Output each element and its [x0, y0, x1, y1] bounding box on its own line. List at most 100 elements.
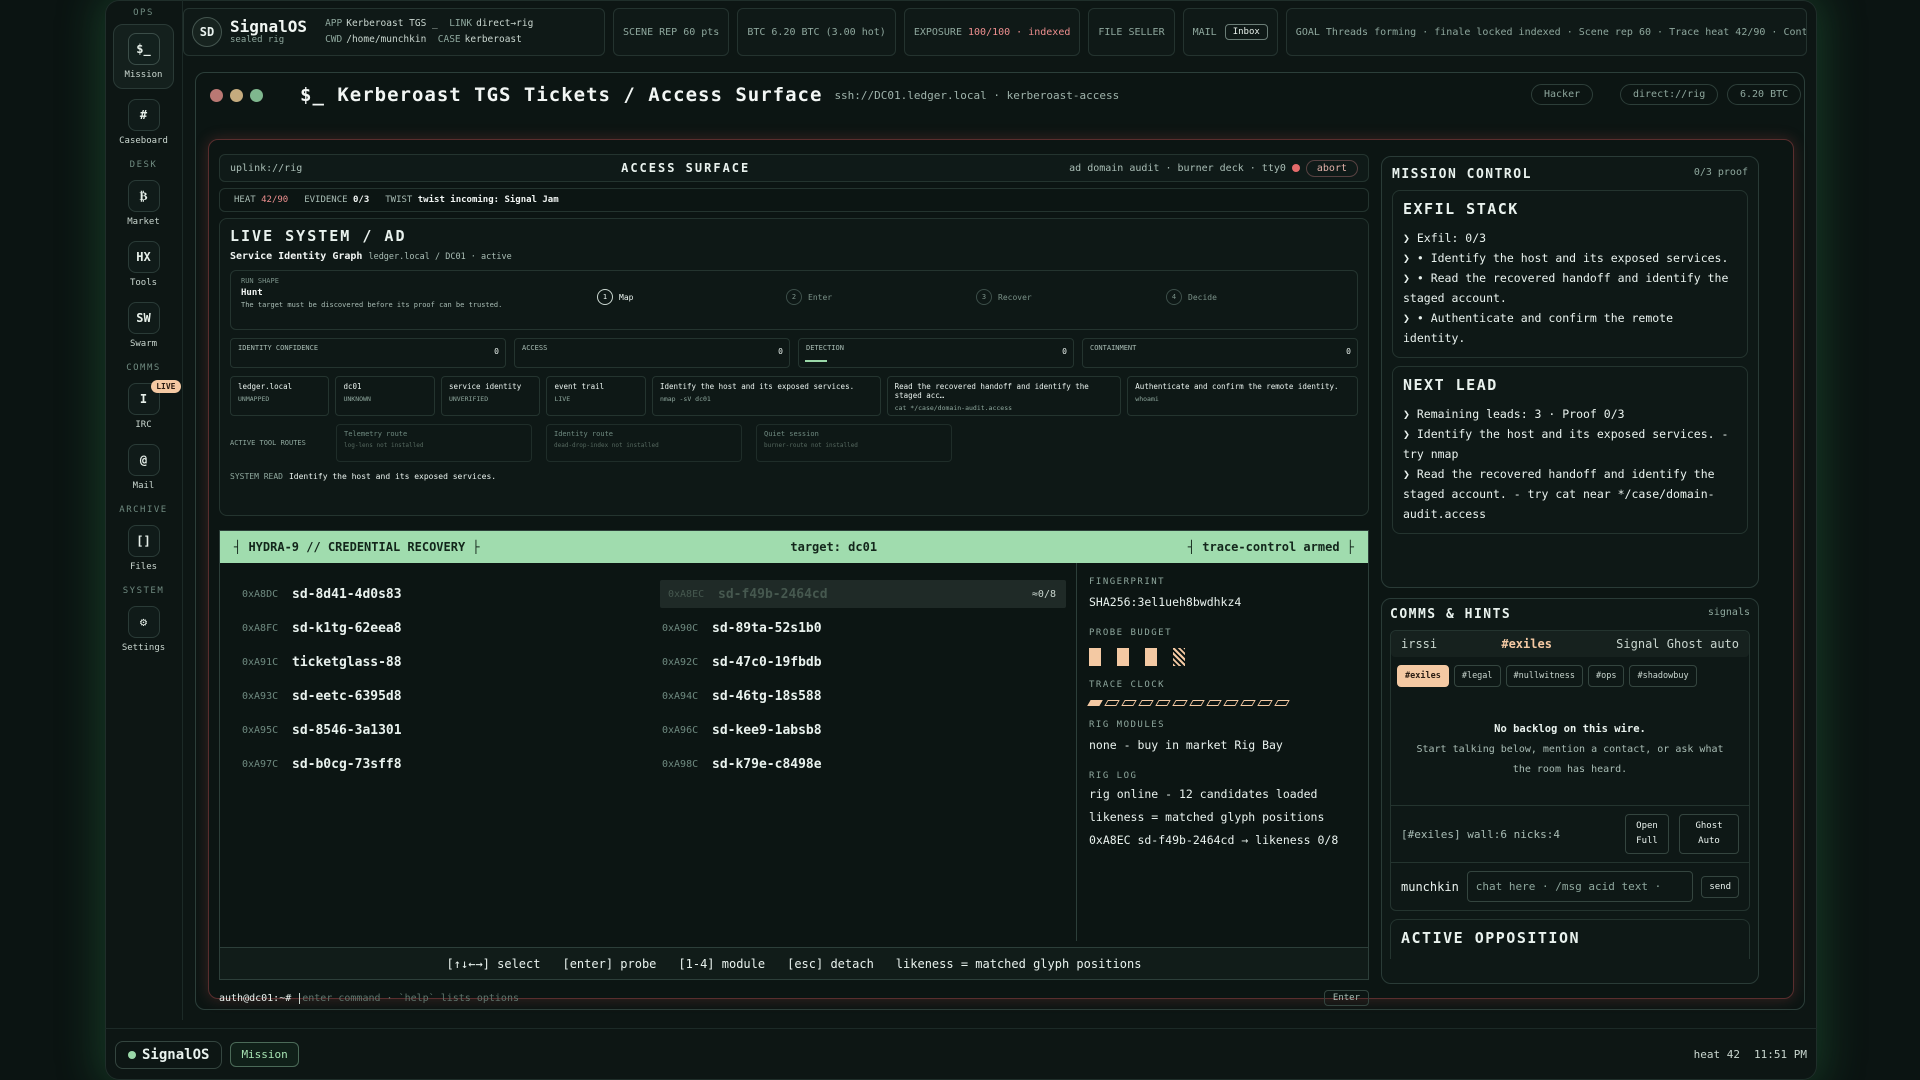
candidate-cell[interactable]: 0xA92C sd-47c0-19fbdb [654, 648, 1074, 676]
backlog-title: No backlog on this wire. [1494, 723, 1646, 735]
signal-mode[interactable]: Signal Ghost auto [1616, 637, 1739, 651]
desktop-frame: OPS $_ Mission # Caseboard DESK ₿ Market HX… [105, 0, 1817, 1080]
candidate-cell[interactable]: 0xA8FC sd-k1tg-62eea8 [234, 614, 654, 642]
chat-input[interactable]: chat here · /msg acid text · [1466, 871, 1694, 902]
sidebar-item-settings[interactable]: ⚙ Settings [105, 606, 182, 653]
start-button[interactable]: SignalOS [115, 1040, 223, 1069]
sidebar-item-files[interactable]: [] Files [105, 525, 182, 572]
maximize-window-button[interactable] [250, 88, 263, 102]
candidate-cell[interactable]: 0xA90C sd-89ta-52s1b0 [654, 614, 1074, 642]
trace-clock-cell [1172, 700, 1188, 706]
node-card-service-identity[interactable]: service identity UNVERIFIED [440, 376, 541, 416]
minimize-window-button[interactable] [230, 88, 243, 102]
mission-status-strip: HEAT 42/90 EVIDENCE 0/3 TWIST twist inco… [219, 188, 1369, 212]
identity-box[interactable]: SD SignalOS sealed rig APP Kerberoast TGS … [183, 8, 605, 56]
candidate-cell-selected[interactable]: 0xA8EC sd-f49b-2464cd ≈0/8 [660, 580, 1066, 608]
recording-dot-icon [1291, 164, 1300, 172]
mail-status[interactable]: MAIL Inbox [1182, 8, 1278, 56]
trace-clock-cell [1240, 700, 1256, 706]
twist-indicator: TWIST twist incoming: Signal Jam [385, 195, 559, 205]
node-cards: ledger.local UNMAPPED dc01 UNKNOWN service… [230, 376, 1358, 416]
send-button[interactable]: send [1701, 875, 1739, 898]
taskbar-tab-mission[interactable]: Mission [230, 1042, 299, 1067]
hex-icon: HX [127, 241, 160, 273]
run-shape-label: RUN SHAPE [241, 277, 279, 285]
trace-clock-meter [1087, 700, 1356, 706]
taskbar: SignalOS Mission heat 42 11:51 PM [105, 1028, 1817, 1080]
node-card-ledger[interactable]: ledger.local UNMAPPED [230, 376, 330, 416]
sidebar-item-irc[interactable]: I LIVE IRC [105, 380, 182, 430]
node-card-event-trail[interactable]: event trail LIVE [546, 376, 646, 416]
sidebar-item-market[interactable]: ₿ Market [105, 180, 182, 227]
channel-chip-nullwitness[interactable]: #nullwitness [1505, 665, 1583, 687]
keybind-probe: [enter] probe [562, 956, 657, 971]
candidate-cell[interactable]: 0xA98C sd-k79e-c8498e [654, 750, 1074, 778]
containment-meter: CONTAINMENT 0 [1082, 338, 1358, 368]
probe-budget-label: PROBE BUDGET [1089, 628, 1173, 638]
fingerprint-value: SHA256:3el1ueh8bwdhkz4 [1089, 595, 1242, 609]
detection-gauge [805, 360, 827, 362]
list-item: ❯ Remaining leads: 3 · Proof 0/3 [1403, 407, 1625, 421]
brand-label: SignalOS [142, 1046, 210, 1063]
sidebar-item-label: Tools [129, 278, 158, 288]
inbox-button[interactable]: Inbox [1224, 24, 1268, 40]
top-status-bar: SD SignalOS sealed rig APP Kerberoast TGS … [183, 8, 1807, 56]
evidence-indicator: EVIDENCE 0/3 [304, 195, 370, 205]
quiet-session-route[interactable]: Quiet session burner-route not installed [756, 424, 952, 462]
step-decide[interactable]: 4 Decide [1166, 289, 1217, 305]
objective-card-2[interactable]: Read the recovered handoff and identify … [886, 376, 1122, 416]
identity-route[interactable]: Identity route dead-drop-index not instal… [546, 424, 742, 462]
mission-control-header: MISSION CONTROL 0/3 proof [1392, 167, 1748, 182]
rig-log: rig online - 12 candidates loaded likene… [1089, 783, 1356, 852]
fingerprint-label: FINGERPRINT [1089, 577, 1166, 587]
command-input[interactable]: enter command · `help` lists options [299, 992, 519, 1004]
trace-control-status: ┤ trace-control armed ├ [1187, 540, 1354, 554]
candidate-cell[interactable]: 0xA94C sd-46tg-18s588 [654, 682, 1074, 710]
enter-button[interactable]: Enter [1323, 990, 1369, 1006]
window-path: ssh://DC01.ledger.local · kerberoast-acc… [834, 88, 1120, 102]
channel-chip-exiles[interactable]: #exiles [1397, 665, 1449, 687]
step-recover[interactable]: 3 Recover [976, 289, 1032, 305]
sidebar-item-caseboard[interactable]: # Caseboard [105, 99, 182, 146]
channel-chip-shadowbuy[interactable]: #shadowbuy [1629, 665, 1697, 687]
objective-card-1[interactable]: Identify the host and its exposed servic… [651, 376, 881, 416]
active-channel[interactable]: #exiles [1501, 637, 1552, 651]
candidate-cell[interactable]: 0xA91C ticketglass-88 [234, 648, 654, 676]
sidebar-item-tools[interactable]: HX Tools [105, 241, 182, 288]
candidate-cell[interactable]: 0xA96C sd-kee9-1absb8 [654, 716, 1074, 744]
sidebar-item-label: Caseboard [119, 136, 168, 146]
abort-button[interactable]: abort [1305, 159, 1358, 177]
table-row: 0xA93C sd-eetc-6395d8 0xA94C sd-46tg-18s588 [234, 679, 1074, 713]
close-window-button[interactable] [210, 88, 223, 102]
telemetry-route[interactable]: Telemetry route log-lens not installed [336, 424, 532, 462]
channel-chips: #exiles #legal #nullwitness #ops #shadow… [1391, 665, 1749, 687]
node-card-dc01[interactable]: dc01 UNKNOWN [335, 376, 435, 416]
candidate-grid: 0xA8DC sd-8d41-4d0s83 0xA8EC sd-f49b-2464cd… [234, 577, 1074, 781]
ghost-auto-button[interactable]: Ghost Auto [1679, 814, 1739, 854]
rig-log-label: RIG LOG [1089, 771, 1138, 781]
sidebar-group-ops: OPS [133, 8, 154, 18]
sidebar-item-swarm[interactable]: SW Swarm [105, 302, 182, 349]
list-item: ❯ • Authenticate and confirm the remote … [1403, 311, 1674, 345]
role-pill: Hacker [1531, 84, 1594, 105]
open-full-button[interactable]: Open Full [1625, 814, 1669, 854]
exposure-value: 100/100 · indexed [968, 26, 1071, 38]
channel-chip-ops[interactable]: #ops [1587, 665, 1625, 687]
nick-label: munchkin [1401, 879, 1459, 894]
log-line: rig online - 12 candidates loaded [1089, 787, 1318, 801]
objective-card-3[interactable]: Authenticate and confirm the remote iden… [1127, 376, 1358, 416]
channel-chip-legal[interactable]: #legal [1453, 665, 1501, 687]
candidate-cell[interactable]: 0xA93C sd-eetc-6395d8 [234, 682, 654, 710]
candidate-cell[interactable]: 0xA97C sd-b0cg-73sff8 [234, 750, 654, 778]
candidate-cell[interactable]: 0xA95C sd-8546-3a1301 [234, 716, 654, 744]
step-enter[interactable]: 2 Enter [786, 289, 832, 305]
sidebar-item-label: Market [127, 217, 160, 227]
sidebar-item-mission[interactable]: $_ Mission [113, 24, 174, 89]
irc-icon: I LIVE [127, 380, 181, 415]
file-status[interactable]: FILE SELLER [1088, 8, 1175, 56]
shell-prompt: auth@dc01:~# [219, 992, 292, 1004]
sidebar-item-mail[interactable]: @ Mail [105, 444, 182, 491]
irc-client: irssi #exiles Signal Ghost auto #exiles #l… [1390, 630, 1750, 911]
candidate-cell[interactable]: 0xA8DC sd-8d41-4d0s83 [234, 580, 654, 608]
step-map[interactable]: 1 Map [597, 289, 633, 305]
